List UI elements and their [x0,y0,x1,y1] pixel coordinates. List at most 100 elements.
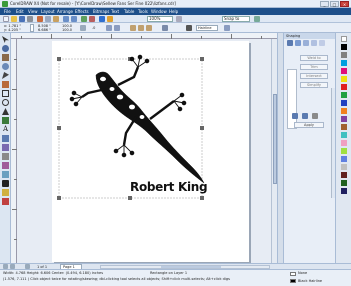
save-icon[interactable] [19,16,25,22]
wrap-text-icon[interactable] [162,25,168,31]
copy-icon[interactable] [45,16,51,22]
mirror-horizontal-icon[interactable] [106,25,112,31]
freehand-tool-icon[interactable] [2,72,9,79]
options-icon[interactable] [254,16,260,22]
front-minus-back-icon[interactable] [319,40,325,46]
swatch-yellow[interactable] [341,76,347,82]
target-objects-icon[interactable] [302,113,308,119]
zoom-level-input[interactable]: 100% [147,16,173,22]
close-button[interactable]: × [340,1,349,7]
outline-pen-icon[interactable] [186,25,192,31]
menu-window[interactable]: Window [151,9,167,14]
rotation-angle[interactable]: .0 [92,26,95,30]
swatch-magenta[interactable] [341,68,347,74]
welcome-screen-icon[interactable] [107,16,113,22]
import-icon[interactable] [81,16,87,22]
menu-table[interactable]: Table [124,9,134,14]
table-tool-icon[interactable] [2,135,9,142]
corner-round-icon[interactable] [130,25,136,31]
intersect-mode-icon[interactable] [303,40,309,46]
swatch-cyan[interactable] [341,60,347,66]
menu-edit[interactable]: Edit [16,9,24,14]
fill-swatch[interactable] [290,272,296,276]
application-launcher-icon[interactable] [99,16,105,22]
weld-to-button[interactable]: Weld to [300,55,328,61]
trim-button[interactable]: Trim [300,64,328,70]
pick-tool-icon[interactable] [2,36,9,43]
convert-to-curves-icon[interactable] [224,25,230,31]
menu-arrange[interactable]: Arrange [57,9,73,14]
basic-shapes-icon[interactable] [2,117,9,124]
outline-width-select[interactable]: Hairline [196,25,218,31]
new-document-icon[interactable] [3,16,9,22]
print-icon[interactable] [27,16,33,22]
swatch-maroon[interactable] [341,172,347,178]
minimize-button[interactable]: _ [320,1,329,7]
eyedropper-icon[interactable] [2,171,9,178]
simplify-button[interactable]: Simplify [300,82,328,88]
swatch-green[interactable] [341,92,347,98]
swatch-teal[interactable] [341,132,347,138]
paste-icon[interactable] [53,16,59,22]
mirror-vertical-icon[interactable] [114,25,120,31]
trim-mode-icon[interactable] [295,40,301,46]
artist-name-text[interactable]: Robert King [130,180,208,194]
lock-ratio-icon[interactable] [80,25,86,31]
maximize-button[interactable]: □ [330,1,339,7]
fill-tool-icon[interactable] [2,189,9,196]
intersect-button[interactable]: Intersect [300,73,328,79]
dimension-tool-icon[interactable] [2,144,9,151]
swatch-navy[interactable] [341,188,347,194]
menu-file[interactable]: File [4,9,11,14]
swatch-gray[interactable] [341,52,347,58]
swatch-red[interactable] [341,84,347,90]
menu-text[interactable]: Text [111,9,119,14]
scale-y[interactable]: 100.0 [62,28,72,32]
outline-swatch[interactable] [290,279,296,283]
corner-scallop-icon[interactable] [138,25,144,31]
redo-icon[interactable] [71,16,77,22]
position-y[interactable]: y: 4.205 " [4,28,21,32]
swatch-lime[interactable] [341,148,347,154]
cut-icon[interactable] [37,16,43,22]
lizard-logo-artwork[interactable] [52,41,249,201]
connector-tool-icon[interactable] [2,153,9,160]
weld-mode-icon[interactable] [287,40,293,46]
zoom-tool-icon[interactable] [2,63,9,70]
export-icon[interactable] [89,16,95,22]
swatch-silver[interactable] [341,164,347,170]
leave-original-icon[interactable] [312,113,318,119]
interactive-blend-icon[interactable] [2,162,9,169]
menu-layout[interactable]: Layout [41,9,55,14]
interactive-fill-icon[interactable] [2,198,9,205]
swatch-none[interactable] [341,36,347,42]
menu-tools[interactable]: Tools [138,9,148,14]
source-objects-icon[interactable] [292,113,298,119]
corner-chamfer-icon[interactable] [146,25,152,31]
shape-tool-icon[interactable] [2,45,9,52]
drawing-window[interactable]: Robert King [17,39,277,264]
menu-view[interactable]: View [28,9,38,14]
ellipse-tool-icon[interactable] [2,99,9,106]
text-tool-icon[interactable]: A [2,126,9,133]
apply-button[interactable]: Apply [294,122,324,128]
swatch-black[interactable] [341,44,347,50]
object-height[interactable]: 6.686 " [38,28,51,32]
menu-effects[interactable]: Effects [75,9,89,14]
menu-bitmaps[interactable]: Bitmaps [93,9,109,14]
swatch-pink[interactable] [341,140,347,146]
smart-fill-icon[interactable] [2,81,9,88]
polygon-tool-icon[interactable] [2,108,9,115]
undo-icon[interactable] [63,16,69,22]
swatch-brown[interactable] [341,124,347,130]
crop-tool-icon[interactable] [2,54,9,61]
snap-to-dropdown[interactable]: Snap to [222,16,250,22]
swatch-blue[interactable] [341,100,347,106]
horizontal-scroll-thumb[interactable] [161,266,221,268]
menu-help[interactable]: Help [169,9,178,14]
outline-tool-icon[interactable] [2,180,9,187]
swatch-light-blue[interactable] [341,156,347,162]
simplify-mode-icon[interactable] [311,40,317,46]
swatch-orange[interactable] [341,108,347,114]
swatch-purple[interactable] [341,116,347,122]
